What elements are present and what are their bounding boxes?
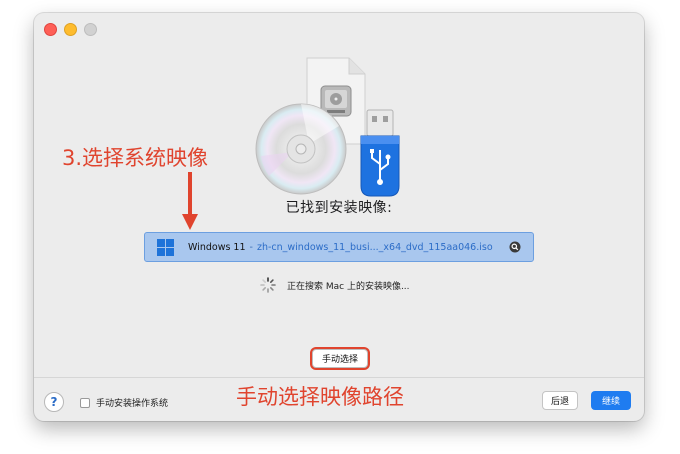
annotation-step-label: 3.选择系统映像	[62, 146, 209, 170]
image-separator: -	[249, 241, 253, 253]
annotation-manual-path-label: 手动选择映像路径	[236, 385, 404, 409]
manual-install-checkbox[interactable]	[80, 397, 90, 408]
minimize-button[interactable]	[64, 23, 77, 36]
footer-divider	[34, 377, 644, 378]
search-status-text: 正在搜索 Mac 上的安装映像...	[287, 281, 410, 292]
manual-select-button[interactable]: 手动选择	[312, 349, 368, 368]
back-button[interactable]: 后退	[542, 391, 578, 410]
window-controls	[44, 23, 97, 36]
continue-button[interactable]: 继续	[591, 391, 631, 410]
close-button[interactable]	[44, 23, 57, 36]
annotation-arrow-down-icon	[182, 172, 198, 230]
manual-install-option[interactable]: 手动安装操作系统	[80, 396, 168, 409]
installer-window: 已找到安装映像: Windows 11 - zh-cn_windows_11_b…	[34, 13, 644, 421]
usb-drive-icon	[360, 109, 400, 197]
spinner-icon	[260, 277, 276, 293]
installation-sources-illustration	[255, 57, 400, 197]
magnifier-reveal-icon[interactable]	[509, 241, 521, 253]
image-os-name: Windows 11	[188, 241, 246, 253]
image-file-name: zh-cn_windows_11_busi..._x64_dvd_115aa04…	[256, 241, 493, 253]
found-image-title: 已找到安装映像:	[285, 200, 393, 216]
dvd-disc-icon	[255, 103, 347, 195]
install-image-row[interactable]: Windows 11 - zh-cn_windows_11_busi..._x6…	[144, 232, 534, 262]
manual-install-label: 手动安装操作系统	[96, 399, 169, 409]
zoom-button[interactable]	[84, 23, 97, 36]
search-status: 正在搜索 Mac 上的安装映像...	[259, 276, 410, 294]
windows-logo-icon	[157, 238, 174, 256]
help-button[interactable]: ?	[44, 392, 64, 412]
